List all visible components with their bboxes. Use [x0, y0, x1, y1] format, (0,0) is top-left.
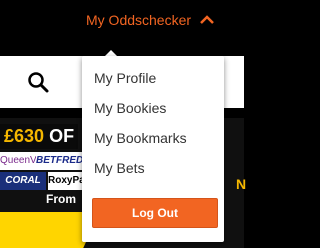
menu-item-my-bookies[interactable]: My Bookies	[94, 100, 166, 116]
my-oddschecker-toggle[interactable]: My Oddschecker	[86, 12, 215, 28]
top-navigation-bar: My Oddschecker	[0, 0, 244, 46]
chevron-up-icon	[200, 15, 214, 24]
log-out-button[interactable]: Log Out	[92, 198, 218, 228]
promo-from-text: From	[46, 192, 76, 206]
menu-item-my-bets[interactable]: My Bets	[94, 160, 145, 176]
menu-item-my-profile[interactable]: My Profile	[94, 70, 156, 86]
menu-item-my-bookmarks[interactable]: My Bookmarks	[94, 130, 187, 146]
coral-logo: CORAL	[0, 172, 46, 190]
roxypalace-logo: RoxyPalace	[48, 172, 82, 190]
promo-amount: £630	[4, 126, 45, 146]
search-icon[interactable]	[26, 70, 50, 94]
promo-edge-text: N	[236, 176, 247, 192]
promo-headline: £630 OF	[0, 124, 79, 149]
my-oddschecker-label: My Oddschecker	[86, 12, 192, 28]
queenvegas-logo: QueenVegas	[0, 152, 36, 170]
betfred-logo: BETFRED	[36, 152, 82, 170]
promo-headline-rest: OF	[49, 126, 75, 146]
